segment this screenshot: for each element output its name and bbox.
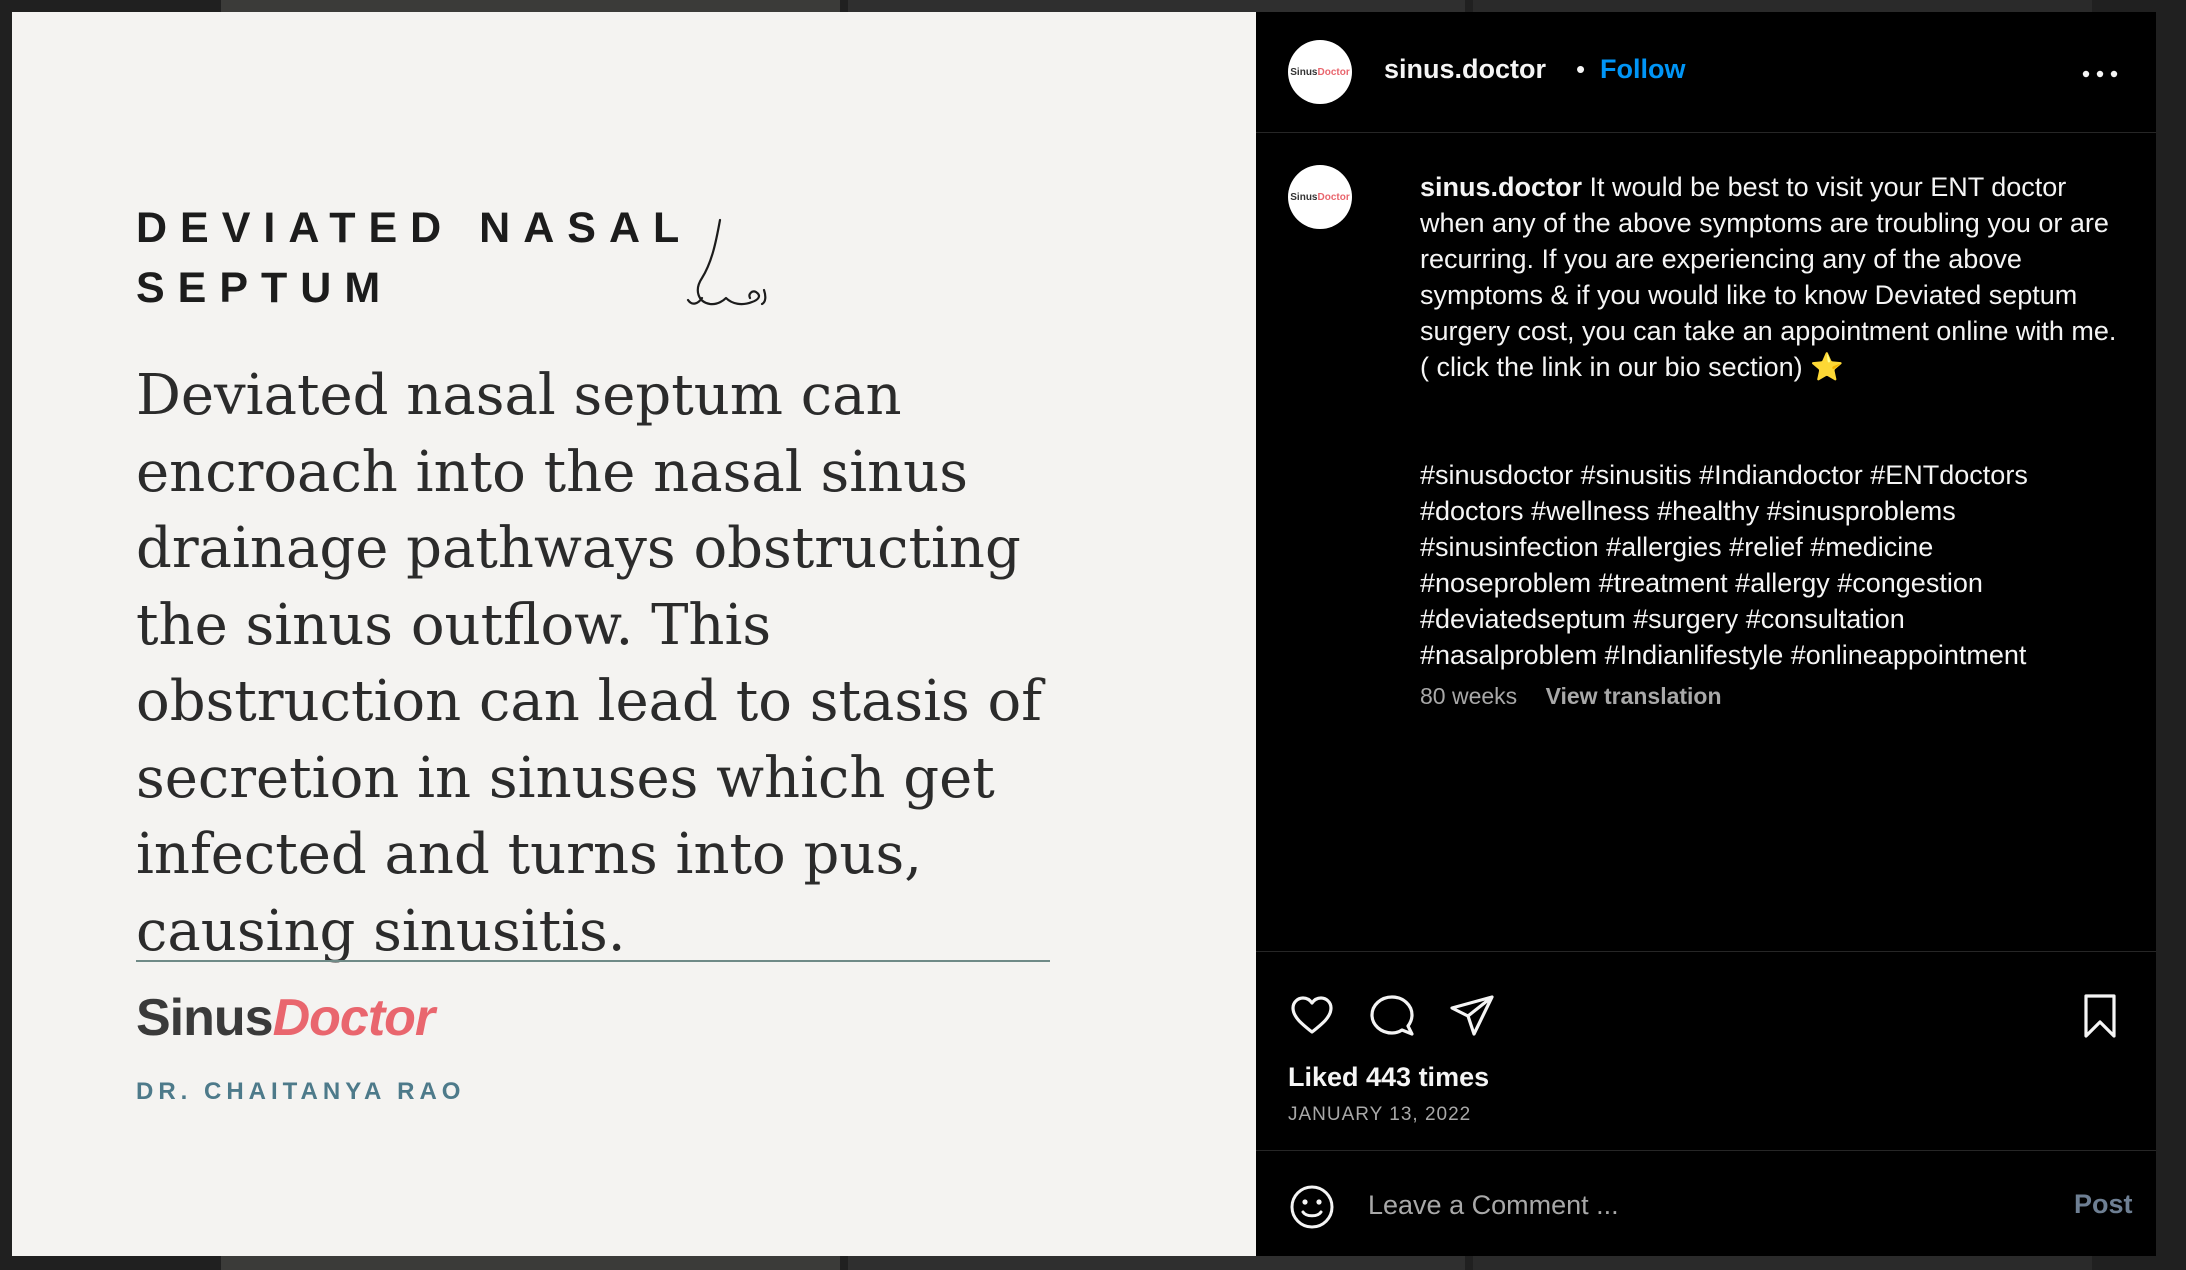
more-options-icon[interactable]: [2080, 64, 2120, 84]
post-image-heading: DEVIATED NASAL SEPTUM: [136, 204, 693, 312]
post-details-panel: Sinus Doctor sinus.doctor • Follow Sinus D…: [1256, 12, 2156, 1256]
view-translation-link[interactable]: View translation: [1546, 683, 1722, 709]
nose-icon: [686, 218, 767, 306]
username-link[interactable]: sinus.doctor: [1384, 54, 1546, 85]
sinus-doctor-logo: SinusDoctor: [136, 989, 435, 1047]
heart-icon[interactable]: [1288, 992, 1336, 1040]
caption-area: Sinus Doctor sinus.doctor It would be bes…: [1256, 133, 2156, 951]
bookmark-icon[interactable]: [2076, 992, 2124, 1040]
comment-bar: Post: [1256, 1150, 2156, 1257]
post-image-divider: [136, 960, 1050, 962]
post-modal: DEVIATED NASAL SEPTUM Deviated nasal sep…: [12, 12, 2156, 1256]
post-time: 80 weeks: [1420, 683, 1518, 709]
doctor-name: DR. CHAITANYA RAO: [136, 1078, 466, 1105]
post-header: Sinus Doctor sinus.doctor • Follow: [1256, 12, 2156, 133]
caption-meta: 80 weeks View translation: [1420, 683, 1722, 710]
post-image-body: Deviated nasal septum can encroach into …: [136, 363, 1042, 964]
caption-body: It would be best to visit your ENT docto…: [1420, 172, 2117, 382]
post-image: DEVIATED NASAL SEPTUM Deviated nasal sep…: [12, 12, 1256, 1256]
post-comment-button[interactable]: Post: [2074, 1189, 2133, 1220]
separator-dot: •: [1576, 54, 1586, 84]
avatar[interactable]: Sinus Doctor: [1288, 40, 1352, 104]
likes-count[interactable]: Liked 443 times: [1288, 1062, 1489, 1093]
share-icon[interactable]: [1448, 992, 1496, 1040]
avatar[interactable]: Sinus Doctor: [1288, 165, 1352, 229]
comment-input[interactable]: [1366, 1181, 1970, 1229]
caption-username[interactable]: sinus.doctor: [1420, 172, 1582, 202]
caption-text: sinus.doctor It would be best to visit y…: [1420, 169, 2120, 385]
caption-hashtags[interactable]: #sinusdoctor #sinusitis #Indiandoctor #E…: [1420, 457, 2120, 673]
emoji-icon[interactable]: [1288, 1183, 1336, 1231]
post-date: JANUARY 13, 2022: [1288, 1104, 1472, 1125]
follow-button[interactable]: Follow: [1600, 54, 1685, 85]
post-actions: Liked 443 times JANUARY 13, 2022: [1256, 951, 2156, 1148]
comment-icon[interactable]: [1368, 992, 1416, 1040]
